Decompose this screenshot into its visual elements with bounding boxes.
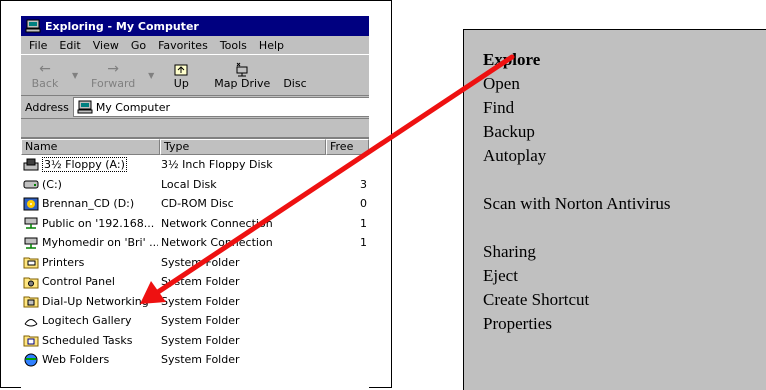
dial-up-networking-icon [23, 296, 39, 308]
logitech-gallery-icon [24, 318, 38, 327]
item-name: Control Panel [42, 275, 115, 289]
item-free: 0 [360, 197, 367, 211]
item-type: Network Connection [161, 236, 273, 250]
item-type: System Folder [161, 255, 240, 269]
my-computer-icon [25, 19, 41, 33]
map-drive-icon [236, 62, 248, 76]
item-name: Web Folders [42, 353, 110, 367]
menu-item-properties[interactable]: Properties [483, 314, 552, 334]
screenshot-frame: Exploring - My Computer File Edit View G… [0, 0, 392, 389]
list-item[interactable]: Control Panel System Folder [21, 272, 369, 292]
list-item[interactable]: Web Folders System Folder [21, 350, 369, 370]
menu-item-eject[interactable]: Eject [483, 266, 518, 286]
item-name: Brennan_CD (D:) [42, 197, 135, 211]
menu-item-backup[interactable]: Backup [483, 122, 535, 142]
floppy-drive-icon [23, 158, 39, 171]
item-name: Printers [42, 255, 85, 269]
list-item[interactable]: Brennan_CD (D:) CD-ROM Disc 0 [21, 194, 369, 214]
disconnect-button[interactable]: Disc [279, 55, 317, 95]
list-item[interactable]: Printers System Folder [21, 253, 369, 273]
menu-item-explore[interactable]: Explore [483, 50, 540, 70]
forward-arrow-icon: → [107, 60, 120, 77]
list-item[interactable]: Scheduled Tasks System Folder [21, 331, 369, 351]
file-list: Name Type Free 3½ Floppy (A:) 3½ Inch Fl… [21, 137, 369, 389]
item-type: System Folder [161, 333, 240, 347]
disconnect-label: Disc [283, 76, 307, 90]
back-dropdown-icon[interactable]: ▼ [69, 55, 81, 95]
address-label: Address [25, 100, 69, 114]
item-name: (C:) [42, 177, 62, 191]
back-arrow-icon: ← [39, 60, 51, 77]
item-free: 1 [360, 216, 367, 230]
menu-go[interactable]: Go [131, 39, 146, 52]
list-item[interactable]: Myhomedir on 'Bri' ... Network Connectio… [21, 233, 369, 253]
scheduled-tasks-icon [23, 335, 39, 347]
menu-help[interactable]: Help [259, 39, 284, 52]
list-item[interactable]: Public on '192.168... Network Connection… [21, 214, 369, 234]
item-type: System Folder [161, 275, 240, 289]
item-type: System Folder [161, 353, 240, 367]
control-panel-icon [23, 277, 39, 289]
menu-item-create-shortcut[interactable]: Create Shortcut [483, 290, 589, 310]
item-name: Scheduled Tasks [42, 333, 133, 347]
address-field[interactable]: My Computer [72, 97, 369, 117]
web-folders-icon [24, 353, 38, 367]
item-type: System Folder [161, 314, 240, 328]
item-free: 1 [360, 236, 367, 250]
up-label: Up [173, 76, 189, 90]
item-type: System Folder [161, 294, 240, 308]
forward-dropdown-icon[interactable]: ▼ [145, 55, 157, 95]
explorer-window: Exploring - My Computer File Edit View G… [21, 16, 369, 389]
item-name: Public on '192.168... [42, 216, 155, 230]
menu-view[interactable]: View [93, 39, 119, 52]
menu-edit[interactable]: Edit [59, 39, 80, 52]
column-header-name[interactable]: Name [21, 139, 160, 155]
column-header-free[interactable]: Free [326, 139, 369, 155]
menu-item-sharing[interactable]: Sharing [483, 242, 536, 262]
context-menu-panel: Explore Open Find Backup Autoplay Scan w… [463, 29, 766, 390]
menu-favorites[interactable]: Favorites [158, 39, 208, 52]
up-button[interactable]: Up [157, 55, 205, 95]
my-computer-icon [77, 100, 93, 114]
item-name: 3½ Floppy (A:) [42, 157, 127, 173]
column-headers: Name Type Free [21, 139, 369, 155]
title-bar[interactable]: Exploring - My Computer [21, 16, 369, 36]
list-item[interactable]: Logitech Gallery System Folder [21, 311, 369, 331]
address-value: My Computer [95, 100, 170, 114]
item-name: Logitech Gallery [42, 314, 132, 328]
list-item[interactable]: (C:) Local Disk 3 [21, 175, 369, 195]
item-type: 3½ Inch Floppy Disk [161, 158, 273, 172]
item-name: Myhomedir on 'Bri' ... [42, 236, 158, 250]
address-bar: Address My Computer [21, 96, 369, 119]
menu-bar: File Edit View Go Favorites Tools Help [21, 36, 369, 54]
menu-tools[interactable]: Tools [220, 39, 247, 52]
menu-file[interactable]: File [29, 39, 47, 52]
printers-folder-icon [23, 257, 39, 269]
menu-item-open[interactable]: Open [483, 74, 520, 94]
item-type: Local Disk [161, 177, 217, 191]
cd-rom-icon [23, 197, 39, 211]
toolbar: ← Back ▼ → Forward ▼ Up Map Drive Disc [21, 54, 369, 96]
item-type: CD-ROM Disc [161, 197, 234, 211]
forward-button[interactable]: → Forward [81, 55, 145, 95]
hard-disk-icon [23, 180, 39, 189]
menu-item-scan-norton[interactable]: Scan with Norton Antivirus [483, 194, 670, 214]
window-title: Exploring - My Computer [45, 19, 199, 33]
back-button[interactable]: ← Back [21, 55, 69, 95]
list-item[interactable]: Dial-Up Networking System Folder [21, 292, 369, 312]
map-drive-label: Map Drive [214, 76, 271, 90]
item-free: 3 [360, 177, 367, 191]
menu-item-find[interactable]: Find [483, 98, 514, 118]
map-drive-button[interactable]: Map Drive [205, 55, 279, 95]
item-type: Network Connection [161, 216, 273, 230]
back-label: Back [31, 76, 59, 90]
network-drive-icon [24, 237, 38, 249]
network-drive-icon [24, 217, 38, 229]
menu-item-autoplay[interactable]: Autoplay [483, 146, 546, 166]
item-name: Dial-Up Networking [42, 294, 149, 308]
column-header-type[interactable]: Type [160, 139, 326, 155]
list-item[interactable]: 3½ Floppy (A:) 3½ Inch Floppy Disk [21, 155, 369, 175]
forward-label: Forward [91, 76, 136, 90]
up-folder-icon [174, 64, 188, 75]
